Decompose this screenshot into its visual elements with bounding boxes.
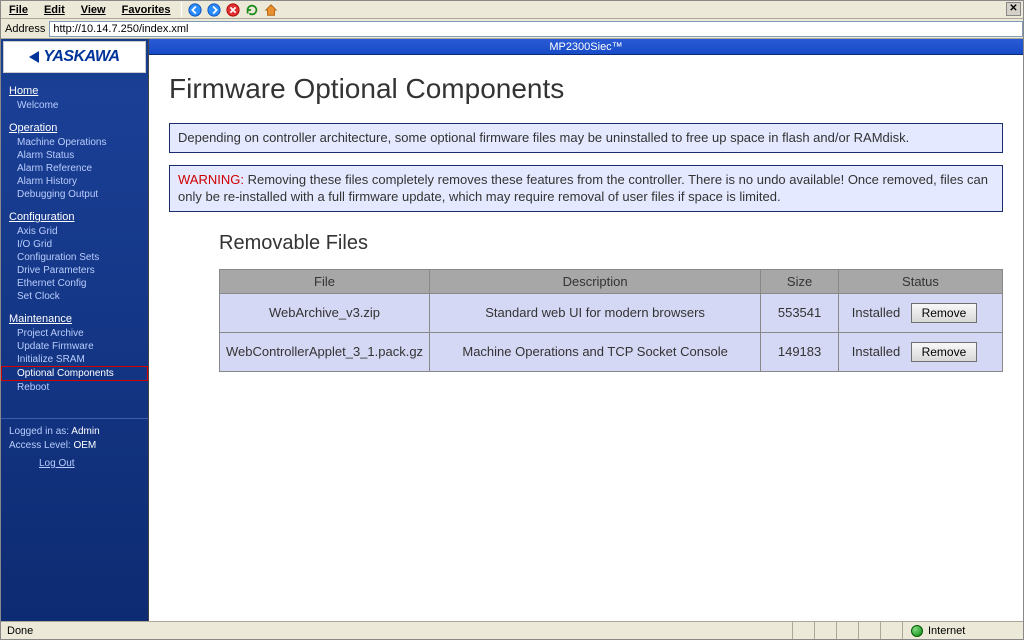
menu-bar: File Edit View Favorites ✕	[1, 1, 1023, 19]
cell-status: Installed Remove	[838, 293, 1002, 332]
login-info: Logged in as: Admin Access Level: OEM Lo…	[1, 418, 148, 477]
window-close-button[interactable]: ✕	[1006, 2, 1021, 16]
address-bar: Address	[1, 19, 1023, 39]
warning-label: WARNING:	[178, 172, 244, 187]
cell-file: WebArchive_v3.zip	[220, 293, 430, 332]
remove-button[interactable]: Remove	[911, 303, 978, 323]
info-box: Depending on controller architecture, so…	[169, 123, 1003, 153]
brand-logo: YASKAWA	[3, 41, 146, 73]
sidebar: YASKAWA Home Welcome Operation Machine O…	[1, 39, 149, 621]
logged-in-user: Admin	[71, 426, 99, 437]
nav-item-debugging-output[interactable]: Debugging Output	[1, 188, 148, 201]
app-title-strip: MP2300Siec™	[149, 39, 1023, 55]
refresh-button[interactable]	[243, 2, 261, 18]
home-button[interactable]	[262, 2, 280, 18]
status-bar: Done Internet	[1, 621, 1023, 639]
cell-description: Standard web UI for modern browsers	[430, 293, 761, 332]
status-zone-internet: Internet	[903, 622, 1023, 639]
table-row: WebControllerApplet_3_1.pack.gz Machine …	[220, 332, 1003, 371]
forward-icon	[207, 3, 221, 17]
warning-text: Removing these files completely removes …	[178, 172, 988, 205]
address-input[interactable]	[49, 21, 1023, 37]
menu-divider	[181, 2, 182, 17]
nav-item-update-firmware[interactable]: Update Firmware	[1, 340, 148, 353]
cell-file: WebControllerApplet_3_1.pack.gz	[220, 332, 430, 371]
logged-in-label: Logged in as:	[9, 426, 69, 437]
nav-item-machine-operations[interactable]: Machine Operations	[1, 136, 148, 149]
nav-item-reboot[interactable]: Reboot	[1, 381, 148, 394]
nav-group-configuration[interactable]: Configuration	[1, 209, 148, 225]
nav-item-axis-grid[interactable]: Axis Grid	[1, 225, 148, 238]
cell-size: 149183	[761, 332, 839, 371]
nav-group-home[interactable]: Home	[1, 83, 148, 99]
close-icon: ✕	[1009, 3, 1017, 14]
nav-item-configuration-sets[interactable]: Configuration Sets	[1, 251, 148, 264]
section-heading: Removable Files	[169, 232, 1003, 255]
address-label: Address	[1, 23, 49, 35]
nav-item-io-grid[interactable]: I/O Grid	[1, 238, 148, 251]
warning-box: WARNING: Removing these files completely…	[169, 165, 1003, 212]
main-panel: MP2300Siec™ Firmware Optional Components…	[149, 39, 1023, 621]
col-header-file: File	[220, 269, 430, 293]
logo-text: YASKAWA	[43, 48, 119, 66]
status-slot	[793, 622, 815, 639]
menu-edit[interactable]: Edit	[36, 1, 73, 18]
nav-item-alarm-reference[interactable]: Alarm Reference	[1, 162, 148, 175]
stop-icon	[226, 3, 240, 17]
col-header-status: Status	[838, 269, 1002, 293]
nav-item-project-archive[interactable]: Project Archive	[1, 327, 148, 340]
browser-window: File Edit View Favorites ✕ A	[0, 0, 1024, 640]
nav-item-alarm-history[interactable]: Alarm History	[1, 175, 148, 188]
logout-link[interactable]: Log Out	[9, 457, 140, 471]
menu-view[interactable]: View	[73, 1, 114, 18]
status-slot	[859, 622, 881, 639]
forward-button[interactable]	[205, 2, 223, 18]
home-icon	[264, 3, 278, 17]
menu-favorites[interactable]: Favorites	[114, 1, 179, 18]
content-area: Firmware Optional Components Depending o…	[149, 55, 1023, 382]
nav-item-alarm-status[interactable]: Alarm Status	[1, 149, 148, 162]
nav-item-optional-components[interactable]: Optional Components	[1, 366, 148, 381]
back-button[interactable]	[186, 2, 204, 18]
nav-item-ethernet-config[interactable]: Ethernet Config	[1, 277, 148, 290]
col-header-size: Size	[761, 269, 839, 293]
globe-icon	[911, 625, 923, 637]
nav-item-initialize-sram[interactable]: Initialize SRAM	[1, 353, 148, 366]
nav-group-maintenance[interactable]: Maintenance	[1, 311, 148, 327]
status-slot	[837, 622, 859, 639]
page-title: Firmware Optional Components	[169, 73, 1003, 105]
client-area: YASKAWA Home Welcome Operation Machine O…	[1, 39, 1023, 621]
status-slot	[881, 622, 903, 639]
stop-button[interactable]	[224, 2, 242, 18]
col-header-description: Description	[430, 269, 761, 293]
status-text: Done	[1, 622, 793, 639]
refresh-icon	[245, 3, 259, 17]
back-icon	[188, 3, 202, 17]
toolbar	[184, 1, 282, 18]
removable-files-table: File Description Size Status WebArchive_…	[219, 269, 1003, 372]
access-level-value: OEM	[73, 440, 96, 451]
cell-size: 553541	[761, 293, 839, 332]
remove-button[interactable]: Remove	[911, 342, 978, 362]
status-slot	[815, 622, 837, 639]
nav-item-welcome[interactable]: Welcome	[1, 99, 148, 112]
access-level-label: Access Level:	[9, 440, 71, 451]
zone-label: Internet	[928, 625, 965, 637]
status-text: Installed	[845, 305, 907, 320]
nav-item-set-clock[interactable]: Set Clock	[1, 290, 148, 303]
table-row: WebArchive_v3.zip Standard web UI for mo…	[220, 293, 1003, 332]
cell-status: Installed Remove	[838, 332, 1002, 371]
menu-file[interactable]: File	[1, 1, 36, 18]
logo-triangle-icon	[29, 51, 39, 63]
nav-group-operation[interactable]: Operation	[1, 120, 148, 136]
cell-description: Machine Operations and TCP Socket Consol…	[430, 332, 761, 371]
status-text: Installed	[845, 344, 907, 359]
nav-item-drive-parameters[interactable]: Drive Parameters	[1, 264, 148, 277]
